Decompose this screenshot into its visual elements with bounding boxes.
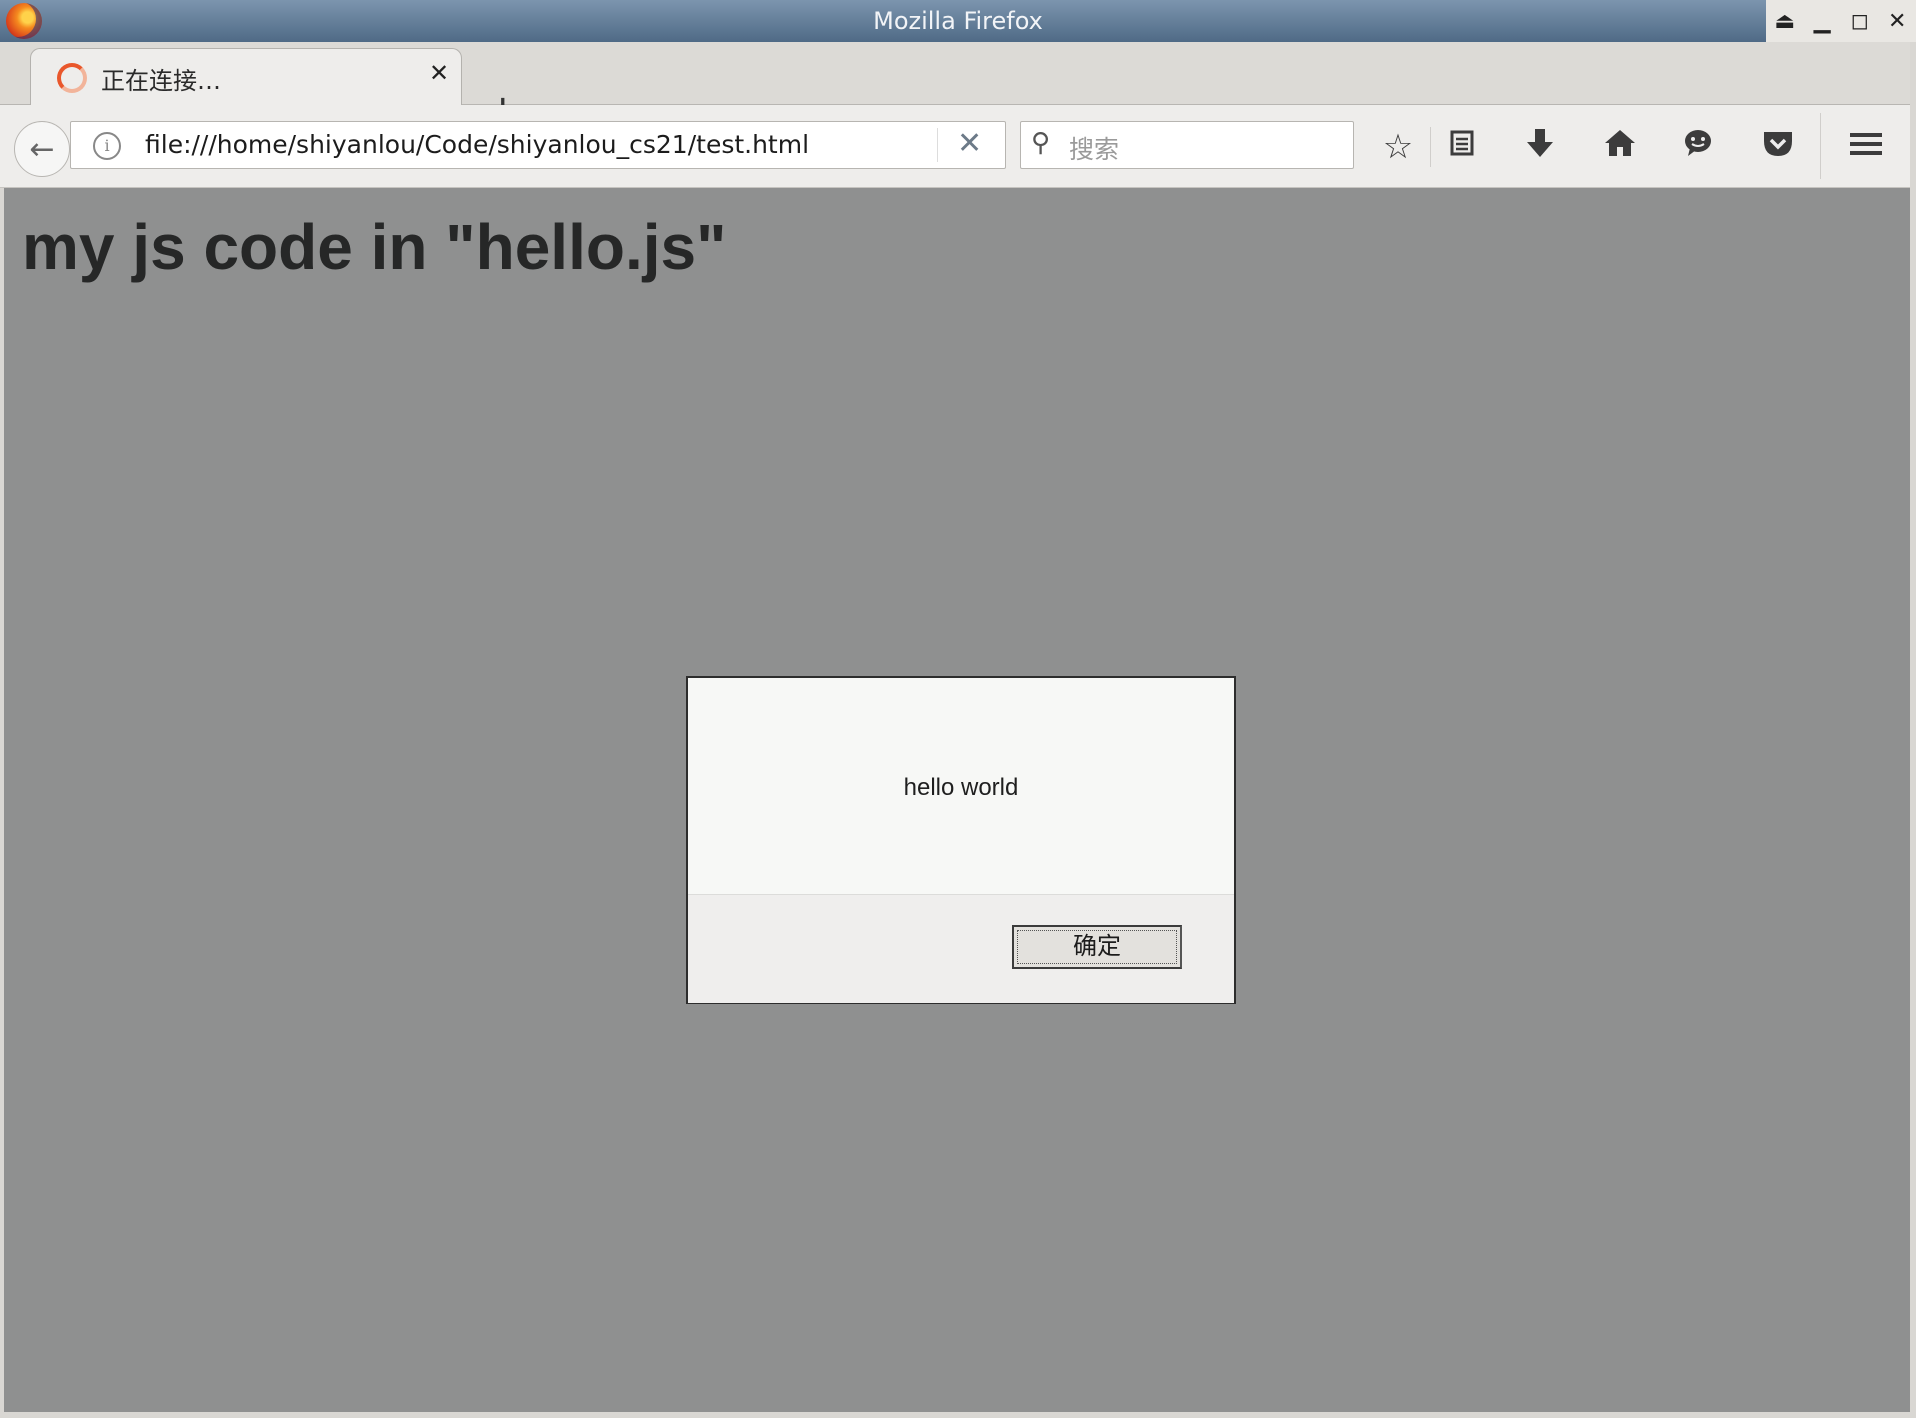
page-heading: my js code in "hello.js": [22, 211, 727, 283]
window-frame-bottom: [0, 1412, 1916, 1418]
url-bar[interactable]: i file:///home/shiyanlou/Code/shiyanlou_…: [70, 121, 1006, 169]
back-arrow-icon: ←: [29, 131, 55, 167]
pocket-icon[interactable]: [1754, 127, 1802, 167]
tab-label: 正在连接…: [101, 67, 221, 95]
close-window-icon[interactable]: ✕: [1881, 9, 1913, 34]
navigation-toolbar: ← i file:///home/shiyanlou/Code/shiyanlo…: [0, 105, 1910, 188]
search-icon: ⚲: [1031, 128, 1051, 158]
tab-active[interactable]: 正在连接… ✕: [30, 48, 462, 105]
toolbar-divider: [1820, 113, 1821, 179]
home-icon[interactable]: [1596, 127, 1644, 167]
window-titlebar: Mozilla Firefox ⏏ ▁ ◻ ✕: [0, 0, 1916, 42]
window-frame-right: [1910, 42, 1916, 1418]
window-title: Mozilla Firefox: [873, 7, 1043, 35]
tab-close-icon[interactable]: ✕: [429, 59, 449, 87]
url-divider: [937, 128, 938, 162]
chat-icon[interactable]: [1674, 127, 1722, 167]
bookmark-star-icon[interactable]: ☆: [1374, 127, 1422, 167]
url-text[interactable]: file:///home/shiyanlou/Code/shiyanlou_cs…: [145, 130, 809, 159]
stop-loading-icon[interactable]: ✕: [957, 126, 982, 161]
dialog-footer: 确定: [688, 894, 1234, 1003]
tab-strip: 正在连接… ✕ +: [0, 42, 1910, 130]
minimize-icon[interactable]: ▁: [1806, 9, 1838, 34]
alert-dialog: hello world 确定: [686, 676, 1236, 1004]
back-button[interactable]: ←: [14, 121, 70, 177]
reading-list-icon[interactable]: [1438, 127, 1486, 167]
loading-spinner-icon: [57, 63, 87, 93]
window-controls: ⏏ ▁ ◻ ✕: [1766, 0, 1916, 42]
eject-icon[interactable]: ⏏: [1769, 9, 1801, 34]
menu-icon[interactable]: [1842, 127, 1890, 167]
dialog-message: hello world: [903, 774, 1019, 801]
ok-button[interactable]: 确定: [1012, 925, 1182, 969]
page-content: my js code in "hello.js" hello world 确定: [4, 188, 1910, 1412]
site-info-icon[interactable]: i: [93, 132, 121, 160]
maximize-icon[interactable]: ◻: [1844, 9, 1876, 34]
toolbar-divider: [1430, 127, 1431, 167]
search-bar[interactable]: ⚲ 搜索: [1020, 121, 1354, 169]
search-placeholder: 搜索: [1069, 135, 1120, 164]
download-icon[interactable]: [1516, 127, 1564, 168]
